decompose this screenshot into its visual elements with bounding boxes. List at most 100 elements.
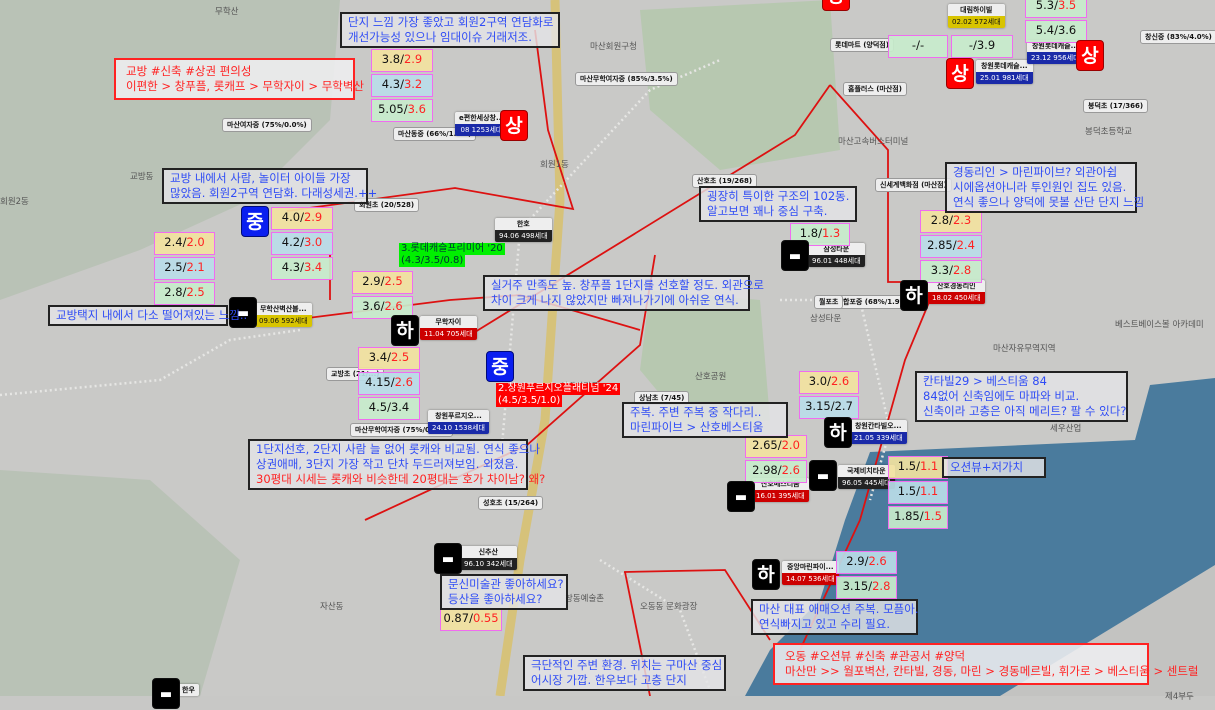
price-cell: 1.85/1.5 bbox=[888, 506, 948, 529]
sale-price: 2.9 bbox=[846, 554, 865, 568]
comment-box: 1단지선호, 2단지 사람 늘 없어 롯캐와 비교됨. 연식 좋으나 상권애매, … bbox=[248, 439, 546, 490]
comment-line: 상권애매, 3단지 가장 작고 단차 두드러져보임. 외졌음. bbox=[256, 457, 519, 471]
jeonse-price: 2.6 bbox=[394, 375, 413, 389]
apartment-info: 94.06 498세대 bbox=[495, 230, 552, 242]
comment-line: 시에옵션아니라 투인원인 집도 있음. bbox=[953, 180, 1127, 194]
jeonse-price: 3.6 bbox=[1057, 23, 1077, 37]
grade-low-badge[interactable]: 하 bbox=[391, 315, 419, 346]
school-label[interactable]: 신세계백화점 (마산점) bbox=[875, 178, 952, 192]
apartment-label[interactable]: 한호 94.06 498세대 bbox=[495, 218, 552, 242]
price-stack: 3.0/2.6 3.15/2.7 bbox=[799, 371, 859, 421]
school-label[interactable]: 홈플러스 (마산점) bbox=[843, 82, 907, 96]
sale-price: 4.15 bbox=[365, 375, 391, 389]
grade-mid-badge[interactable]: 중 bbox=[486, 351, 514, 382]
grade-low-badge[interactable]: 하 bbox=[824, 417, 852, 448]
comment-line: 84없어 신축임에도 마파와 비교. bbox=[923, 389, 1080, 403]
jeonse-price: 3.2 bbox=[403, 77, 423, 91]
school-label[interactable]: 성호초 (15/264) bbox=[478, 496, 544, 510]
school-label[interactable]: 월포초 bbox=[814, 295, 844, 309]
apartment-name: 무학자이 bbox=[420, 316, 477, 328]
sale-price: 4.5 bbox=[368, 400, 388, 414]
sale-price: 5.3 bbox=[1035, 0, 1055, 12]
comment-box: 오션뷰+저가치 bbox=[942, 457, 1046, 478]
price-cell: 2.9/2.5 bbox=[352, 271, 413, 294]
price-cell: 2.5/2.1 bbox=[154, 257, 215, 280]
comment-line: 신축이라 고층은 아직 메리트? 팔 수 있다? bbox=[923, 404, 1127, 418]
grade-low-badge[interactable]: 하 bbox=[752, 559, 780, 590]
price-cell: 3.0/2.6 bbox=[799, 371, 859, 394]
school-label[interactable]: 마산여자중 (75%/0.0%) bbox=[222, 118, 312, 132]
school-label[interactable]: 롯데마트 (양덕점) bbox=[830, 38, 894, 52]
comment-line: 30평대 시세는 롯캐와 비슷한데 20평대는 호가 차이남? 왜? bbox=[256, 472, 546, 486]
grade-none-badge[interactable]: ▬ bbox=[809, 460, 837, 491]
jeonse-price: 2.6 bbox=[781, 463, 800, 477]
apartment-name: 창원푸르지오... bbox=[428, 410, 489, 422]
comment-line: 개선가능성 있으나 임대이슈 거래저조. bbox=[348, 30, 532, 44]
school-label[interactable]: 봉덕초 (17/366) bbox=[1083, 99, 1149, 113]
grade-none-badge[interactable]: ▬ bbox=[434, 543, 462, 574]
apartment-label[interactable]: 무학자이 11.04 705세대 bbox=[420, 316, 477, 340]
price-cell: 2.98/2.6 bbox=[745, 460, 807, 483]
price-cell: 2.85/2.4 bbox=[920, 235, 982, 258]
apartment-name: 한우 bbox=[178, 684, 199, 696]
apartment-name: 대림하이빌 bbox=[948, 4, 1005, 16]
apartment-info: 02.02 572세대 bbox=[948, 16, 1005, 28]
sale-price: - bbox=[968, 38, 973, 52]
apartment-label[interactable]: 신추산 96.10 342세대 bbox=[460, 546, 517, 570]
price-cell: 3.15/2.8 bbox=[836, 576, 897, 599]
comment-line: 오션뷰+저가치 bbox=[950, 460, 1024, 474]
apartment-label[interactable]: 창원칸타빌오... 21.05 339세대 bbox=[850, 420, 907, 444]
grade-high-badge[interactable]: 상 bbox=[500, 110, 528, 141]
comment-line: 주복. 주변 주복 중 작다리.. bbox=[630, 405, 762, 419]
price-cell: 0.87/0.55 bbox=[440, 608, 502, 631]
apartment-label[interactable]: 중앙마린파이... 14.07 536세대 bbox=[782, 561, 839, 585]
jeonse-price: 2.0 bbox=[186, 235, 205, 249]
sale-price: 1.5 bbox=[897, 459, 917, 473]
comment-box: 칸타빌29 > 베스티움 84 84없어 신축임에도 마파와 비교. 신축이라 고층… bbox=[915, 371, 1128, 422]
grade-mid-badge[interactable]: 중 bbox=[241, 206, 269, 237]
comment-box: 단지 느낌 가장 좋았고 회원2구역 연담화로 개선가능성 있으나 임대이슈 거래… bbox=[340, 12, 560, 48]
comment-line: 1단지선호, 2단지 사람 늘 없어 롯캐와 비교됨. 연식 좋으나 bbox=[256, 442, 540, 456]
comment-line: 마산 대표 애매오션 주복. 모픔아. bbox=[759, 602, 919, 616]
school-label[interactable]: 창신중 (83%/4.0%) bbox=[1140, 30, 1215, 44]
map-place-label: 마산회원구청 bbox=[590, 42, 637, 52]
comment-line: 교방 내에서 사람, 놀이터 아이들 가장 bbox=[170, 171, 351, 185]
apartment-name: 창원칸타빌오... bbox=[850, 420, 907, 432]
comment-box: 극단적인 주변 환경. 위치는 구마산 중심 어시장 가깝. 한우보다 고층 단지 bbox=[523, 655, 726, 691]
price-stack: 2.9/2.5 3.6/2.6 bbox=[352, 271, 413, 321]
grade-none-badge[interactable]: ▬ bbox=[727, 481, 755, 512]
school-label[interactable]: 마산무학여자중 (85%/3.5%) bbox=[575, 72, 678, 86]
comment-line: 연식 좋으나 양덕에 못볼 산단 단지 느낌 bbox=[953, 195, 1145, 209]
map-place-label: 회원2동 bbox=[0, 197, 29, 207]
map-place-label: 마산고속버스터미널 bbox=[838, 137, 909, 147]
apartment-name: 국제비치타운 bbox=[838, 465, 895, 477]
apartment-label[interactable]: 한우 bbox=[178, 684, 199, 696]
grade-high-badge[interactable]: 상 bbox=[946, 58, 974, 89]
apartment-label[interactable]: 창원롯데캐슬... 25.01 981세대 bbox=[976, 60, 1033, 84]
comment-line: 이편한 > 창푸플, 롯캐프 > 무학자이 > 무학벽산 bbox=[126, 79, 365, 93]
price-cell: 1.5/1.1 bbox=[888, 456, 948, 479]
comment-box: 마산 대표 애매오션 주복. 모픔아. 연식빠지고 있고 수리 필요. bbox=[751, 599, 918, 635]
apartment-label[interactable]: 창원푸르지오... 24.10 1538세대 bbox=[428, 410, 489, 434]
jeonse-price: 2.5 bbox=[384, 274, 403, 288]
grade-low-badge[interactable]: 하 bbox=[900, 280, 928, 311]
grade-high-badge[interactable]: 상 bbox=[1076, 40, 1104, 71]
sale-price: 5.05 bbox=[378, 102, 404, 116]
price-stack: 2.9/2.6 3.15/2.8 bbox=[836, 551, 897, 601]
jeonse-price: 2.8 bbox=[952, 263, 972, 277]
apartment-label[interactable]: 대림하이빌 02.02 572세대 bbox=[948, 4, 1005, 28]
jeonse-price: 3.0 bbox=[303, 235, 323, 249]
comment-line: 많았음. 회원2구역 연담화. 다래성세권.++ bbox=[170, 186, 378, 200]
grade-high-badge[interactable]: 상 bbox=[822, 0, 850, 11]
comment-box: 교방택지 내에서 다소 떨어져있는 느낌.. bbox=[48, 305, 247, 326]
apartment-label[interactable]: 무학산벽산블... 09.06 592세대 bbox=[255, 303, 312, 327]
apartment-info: 16.01 395세대 bbox=[752, 490, 809, 502]
grade-none-badge[interactable]: ▬ bbox=[781, 240, 809, 271]
comment-line: 극단적인 주변 환경. 위치는 구마산 중심 bbox=[531, 658, 723, 672]
grade-none-badge[interactable]: ▬ bbox=[152, 678, 180, 709]
apartment-label[interactable]: 국제비치타운 96.05 445세대 bbox=[838, 465, 895, 489]
comment-line: 실거주 만족도 높. 창푸플 1단지를 선호할 정도. 외관으로 bbox=[491, 278, 764, 292]
sale-price: 3.3 bbox=[930, 263, 950, 277]
apartment-name: 신추산 bbox=[460, 546, 517, 558]
comment-line: 교방 #신축 #상권 편의성 bbox=[126, 64, 252, 78]
